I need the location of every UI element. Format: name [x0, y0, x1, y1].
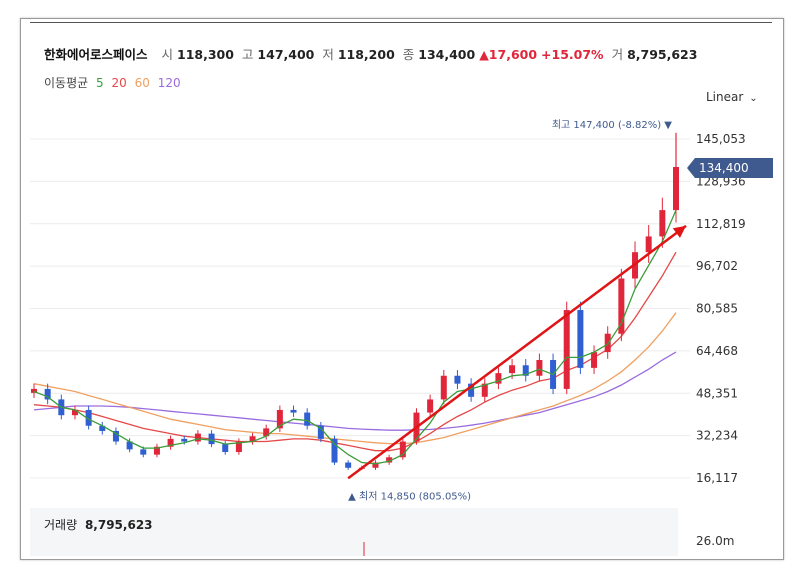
price-chart[interactable]: 145,053128,936112,81996,70280,58564,4684…: [0, 0, 800, 568]
candle-body: [345, 462, 352, 468]
candle-body: [536, 359, 543, 376]
candle-body: [563, 310, 570, 389]
y-tick-label: 145,053: [696, 132, 746, 146]
candle-body: [304, 412, 311, 426]
high-annotation: 최고 147,400 (-8.82%) ▼: [552, 119, 672, 131]
candle-body: [290, 409, 297, 413]
y-tick-label: 48,351: [696, 386, 738, 400]
candle-body: [454, 375, 461, 384]
candle-body: [181, 438, 188, 442]
candle-body: [604, 333, 611, 353]
candle-body: [659, 210, 666, 237]
current-price-badge: 134,400: [687, 158, 773, 178]
candle-body: [427, 399, 434, 413]
candle-body: [222, 444, 229, 453]
candle-body: [208, 433, 215, 445]
y-tick-label: 96,702: [696, 259, 738, 273]
candle-body: [577, 310, 584, 368]
y-tick-label: 64,468: [696, 344, 738, 358]
trend-arrow-line: [347, 224, 687, 480]
candle-body: [140, 449, 147, 455]
y-tick-label: 16,117: [696, 471, 738, 485]
candle-body: [645, 236, 652, 253]
candle-body: [194, 433, 201, 442]
y-tick-label: 80,585: [696, 302, 738, 316]
low-annotation: ▲ 최저 14,850 (805.05%): [348, 490, 471, 502]
candle-body: [440, 375, 447, 400]
trend-arrow-head: [672, 225, 686, 238]
candle-body: [591, 352, 598, 368]
y-tick-label: 32,234: [696, 429, 738, 443]
y-tick-label: 112,819: [696, 217, 746, 231]
candle-body: [509, 365, 516, 374]
